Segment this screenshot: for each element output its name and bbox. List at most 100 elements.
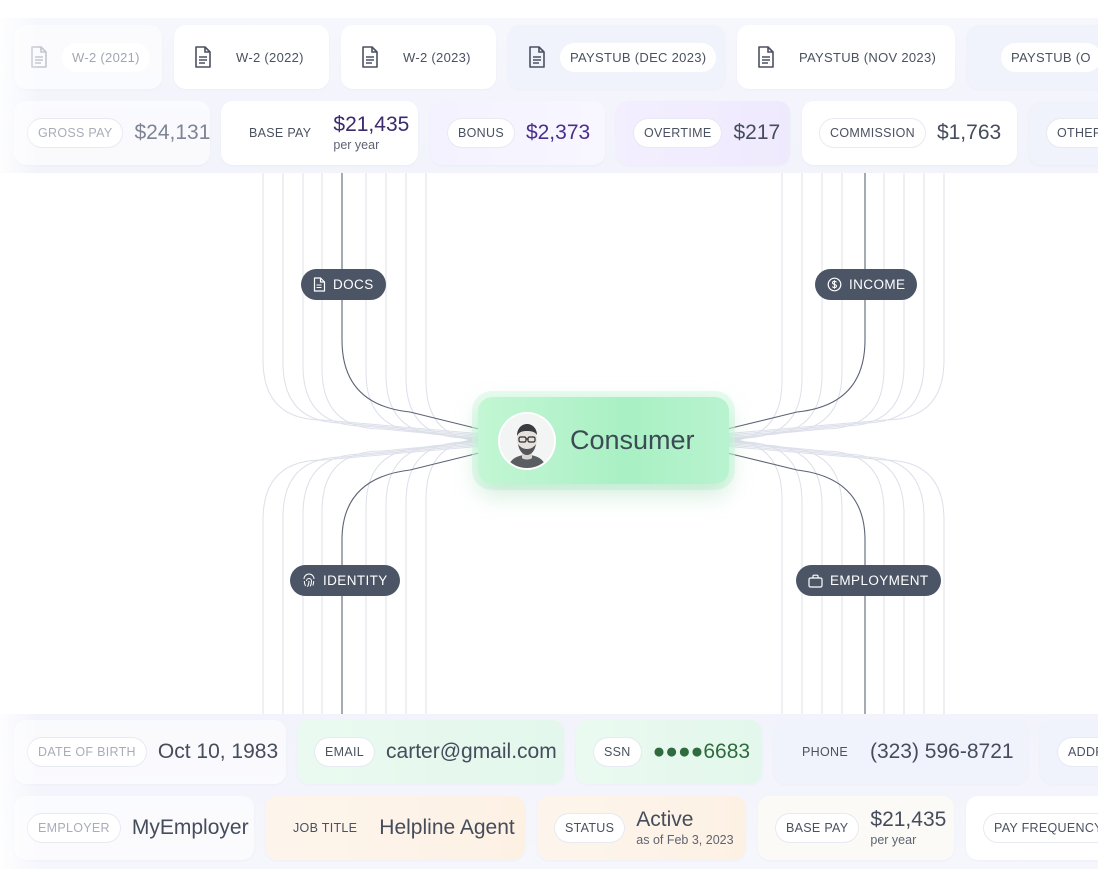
employment-node[interactable]: EMPLOYMENT — [796, 565, 941, 596]
identity-value: Oct 10, 1983 — [157, 740, 279, 763]
identity-value: (323) 596-8721 — [869, 740, 1014, 763]
connector-line — [365, 173, 484, 441]
income-value: $21,435 — [333, 113, 410, 137]
document-icon — [529, 46, 545, 68]
income-value: $24,131 — [134, 121, 210, 144]
connector-line — [722, 173, 905, 438]
income-label: OVERTIME — [634, 119, 722, 147]
income-label: OTHER — [1047, 119, 1098, 147]
employment-value-sub: per year — [870, 833, 917, 848]
employment-card[interactable]: BASE PAY $21,435 per year — [758, 796, 954, 860]
income-value-group: $21,435 per year — [333, 114, 409, 152]
employment-value-group: $21,435 per year — [870, 809, 946, 847]
connector-line — [722, 173, 803, 444]
connector-line — [722, 173, 885, 439]
connector-line — [721, 173, 783, 445]
identity-card[interactable]: PHONE (323) 596-8721 — [774, 720, 1028, 784]
document-label: W-2 (2021) — [62, 42, 150, 72]
employment-card[interactable]: JOB TITLE Helpline Agent — [265, 796, 525, 860]
identity-card[interactable]: ADDR — [1040, 720, 1098, 784]
income-card[interactable]: COMMISSION $1,763 — [802, 101, 1017, 165]
document-label: PAYSTUB (NOV 2023) — [789, 42, 947, 72]
identity-card[interactable]: DATE OF BIRTH Oct 10, 1983 — [14, 720, 286, 784]
consumer-title: Consumer — [570, 425, 695, 455]
connector-line — [722, 173, 823, 442]
document-icon — [195, 46, 211, 68]
identity-value: ●●●●6683 — [652, 740, 751, 763]
connector-line — [425, 173, 488, 445]
income-node[interactable]: INCOME — [815, 269, 918, 300]
avatar-portrait — [500, 413, 554, 468]
identity-node[interactable]: IDENTITY — [290, 565, 400, 596]
income-card[interactable]: BONUS $2,373 — [430, 101, 605, 165]
document-card[interactable]: W-2 (2021) — [14, 25, 162, 89]
connector-line — [722, 173, 925, 436]
income-card[interactable]: BASE PAY $21,435 per year — [221, 101, 418, 165]
employment-card[interactable]: STATUS Active as of Feb 3, 2023 — [537, 796, 746, 860]
income-label: COMMISSION — [820, 119, 925, 147]
document-card[interactable]: W-2 (2022) — [174, 25, 329, 89]
connector-line — [405, 436, 484, 714]
income-value: $217 — [733, 121, 781, 144]
bottom-data-band: DATE OF BIRTH Oct 10, 1983 EMAIL carter@… — [0, 714, 1098, 869]
dollar-coin-icon — [827, 277, 842, 292]
employment-value: $21,435 — [870, 808, 947, 832]
identity-card[interactable]: EMAIL carter@gmail.com — [297, 720, 564, 784]
avatar — [500, 413, 554, 468]
identity-label: ADDR — [1058, 738, 1098, 766]
income-value: $1,763 — [936, 121, 1002, 144]
income-card[interactable]: OVERTIME $217 — [616, 101, 790, 165]
employment-value-sub: as of Feb 3, 2023 — [636, 833, 734, 848]
connector-line — [262, 173, 484, 435]
document-card[interactable]: PAYSTUB (DEC 2023) — [508, 25, 725, 89]
connector-line — [321, 173, 484, 439]
connector-line — [405, 173, 484, 444]
connector-line — [385, 438, 484, 714]
consumer-node[interactable]: Consumer — [478, 397, 729, 484]
fingerprint-icon — [303, 573, 315, 588]
employment-value: Active — [636, 808, 694, 832]
document-icon — [31, 46, 47, 68]
docs-node[interactable]: DOCS — [301, 269, 386, 300]
document-label: W-2 (2023) — [393, 42, 481, 72]
identity-card[interactable]: SSN ●●●●6683 — [576, 720, 762, 784]
employment-value: MyEmployer — [131, 816, 249, 839]
employment-card[interactable]: EMPLOYER MyEmployer — [14, 796, 254, 860]
document-card[interactable]: W-2 (2023) — [341, 25, 496, 89]
connector-line — [722, 436, 803, 714]
connector-line — [722, 173, 945, 435]
document-label: PAYSTUB (O — [1001, 42, 1098, 72]
docs-node-label: DOCS — [333, 277, 374, 292]
income-label: GROSS PAY — [28, 119, 123, 147]
employment-value-group: Active as of Feb 3, 2023 — [636, 809, 733, 847]
income-connector — [722, 173, 866, 431]
connector-line — [721, 435, 783, 714]
income-value-sub: per year — [333, 138, 380, 153]
connector-line — [302, 173, 484, 438]
employment-label: PAY FREQUENCY — [984, 814, 1098, 842]
connector-line — [385, 173, 484, 442]
employment-value: Helpline Agent — [379, 816, 515, 839]
identity-label: PHONE — [802, 745, 848, 759]
document-card[interactable]: PAYSTUB (NOV 2023) — [737, 25, 955, 89]
document-icon — [758, 46, 774, 68]
income-card[interactable]: OTHER — [1029, 101, 1098, 165]
document-icon — [313, 277, 326, 292]
document-icon — [362, 46, 378, 68]
briefcase-icon — [808, 574, 823, 588]
docs-connector — [341, 173, 484, 431]
identity-label: SSN — [594, 738, 641, 766]
employment-label: BASE PAY — [776, 814, 859, 842]
connector-line — [425, 435, 488, 714]
employment-label: STATUS — [555, 814, 625, 842]
identity-label: DATE OF BIRTH — [28, 738, 146, 766]
document-label: PAYSTUB (DEC 2023) — [560, 42, 717, 72]
employment-label: EMPLOYER — [28, 814, 120, 842]
identity-node-label: IDENTITY — [323, 573, 388, 588]
employment-label: JOB TITLE — [293, 821, 358, 835]
employment-node-label: EMPLOYMENT — [830, 573, 929, 588]
income-card[interactable]: GROSS PAY $24,131 — [14, 101, 210, 165]
document-card[interactable]: PAYSTUB (O — [967, 25, 1098, 89]
employment-card[interactable]: PAY FREQUENCY — [966, 796, 1098, 860]
income-label: BONUS — [448, 119, 514, 147]
